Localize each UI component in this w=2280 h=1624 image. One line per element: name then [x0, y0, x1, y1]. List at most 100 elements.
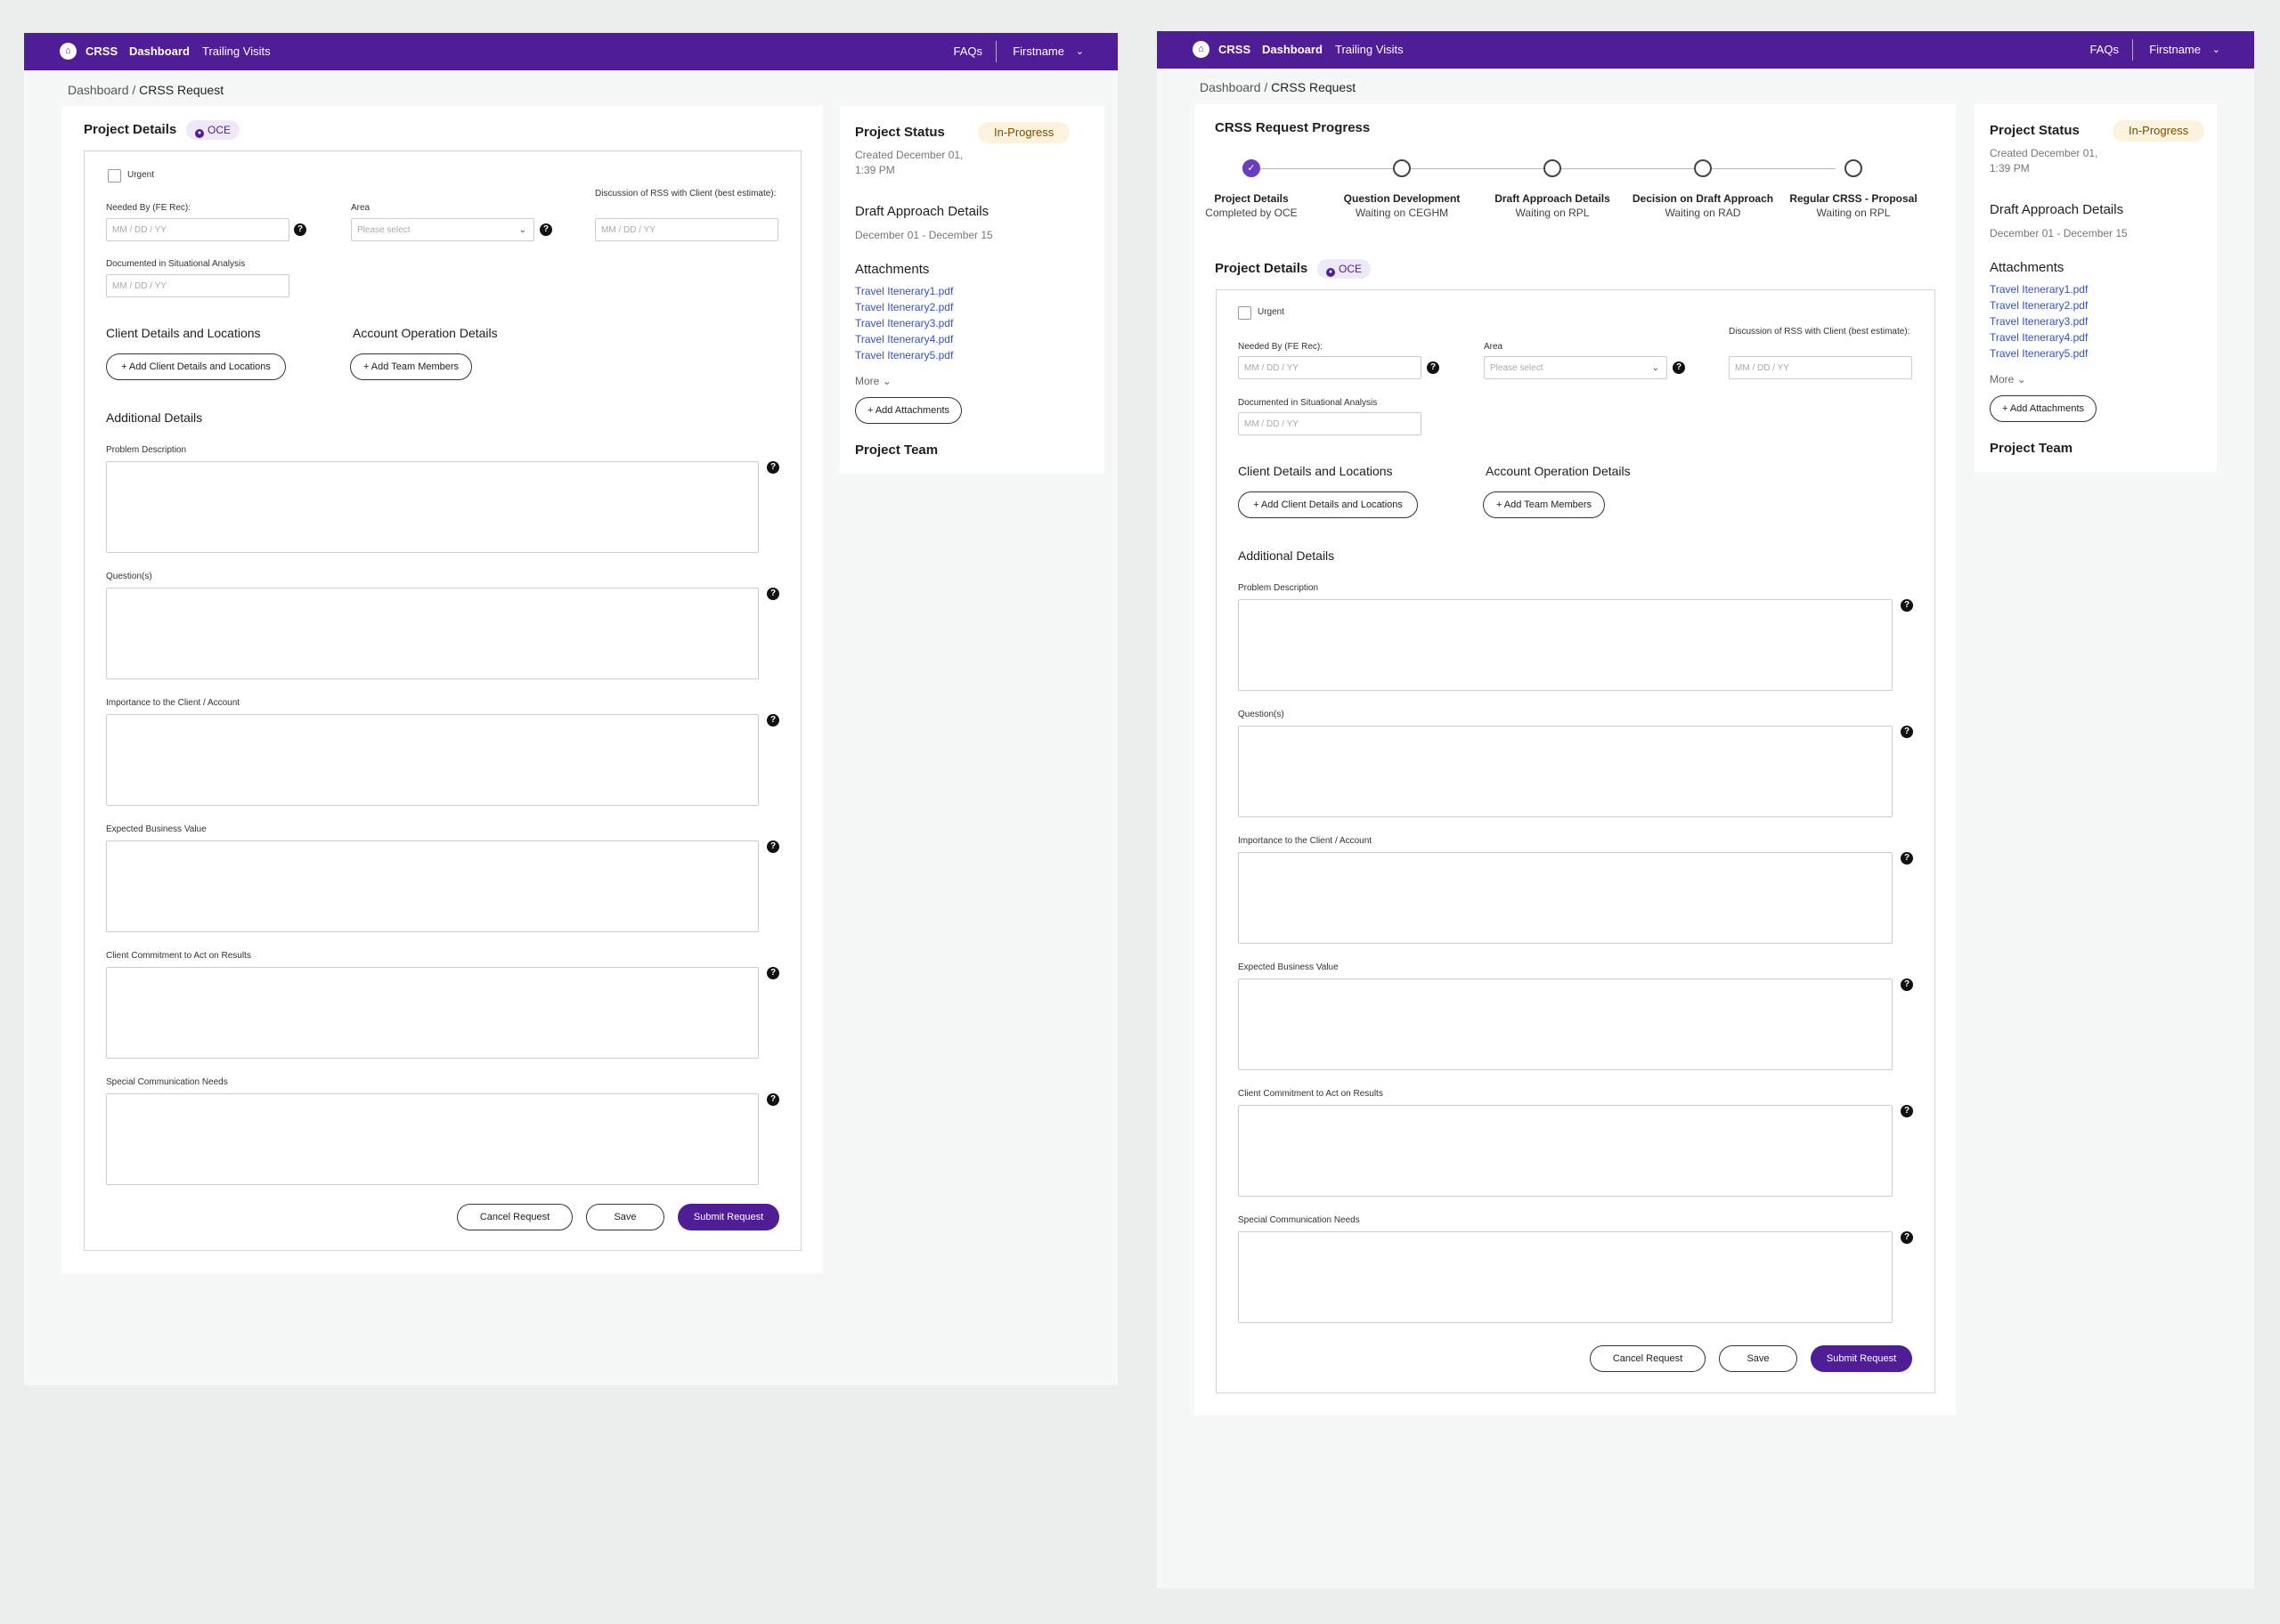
business-value-label: Expected Business Value — [1238, 962, 1339, 972]
questions-textarea[interactable] — [106, 588, 759, 679]
submit-request-button[interactable]: Submit Request — [1811, 1345, 1912, 1372]
nav-trailing-visits-link[interactable]: Trailing Visits — [1335, 31, 1404, 69]
save-button[interactable]: Save — [1719, 1345, 1797, 1372]
attachment-link[interactable]: Travel Itenerary2.pdf — [855, 301, 953, 313]
home-logo-icon[interactable]: ⌂ — [1193, 41, 1209, 58]
documented-date-input[interactable]: MM / DD / YY — [1238, 412, 1421, 435]
nav-faqs-link[interactable]: FAQs — [2089, 31, 2119, 69]
problem-description-textarea[interactable] — [1238, 599, 1893, 691]
client-details-title: Client Details and Locations — [1238, 464, 1393, 478]
help-icon[interactable]: ? — [1901, 852, 1913, 865]
discussion-date-input[interactable]: MM / DD / YY — [595, 218, 778, 241]
submit-request-button[interactable]: Submit Request — [678, 1204, 779, 1230]
attachment-link[interactable]: Travel Itenerary1.pdf — [1990, 283, 2088, 296]
help-icon[interactable]: ? — [1901, 1231, 1913, 1244]
help-icon[interactable]: ? — [767, 967, 779, 979]
help-icon[interactable]: ? — [1901, 1105, 1913, 1117]
discussion-label: Discussion of RSS with Client (best esti… — [595, 189, 777, 199]
communication-needs-label: Special Communication Needs — [106, 1077, 228, 1087]
attachment-link[interactable]: Travel Itenerary4.pdf — [855, 333, 953, 345]
business-value-textarea[interactable] — [1238, 978, 1893, 1070]
attachment-link[interactable]: Travel Itenerary5.pdf — [1990, 347, 2088, 360]
documented-date-input[interactable]: MM / DD / YY — [106, 274, 289, 297]
user-menu[interactable]: Firstname — [1013, 33, 1064, 70]
help-icon[interactable]: ? — [1901, 599, 1913, 612]
area-select[interactable]: Please select ⌄ — [1484, 356, 1667, 379]
step-circle[interactable] — [1844, 159, 1862, 177]
created-date: Created December 01, 1:39 PM — [855, 149, 964, 176]
importance-textarea[interactable] — [1238, 852, 1893, 944]
top-navigation-bar: ⌂ CRSS Dashboard Trailing Visits FAQs Fi… — [1157, 31, 2254, 69]
oce-badge: ● OCE — [1317, 259, 1372, 279]
client-commitment-textarea[interactable] — [106, 967, 759, 1059]
help-icon[interactable]: ? — [767, 1093, 779, 1106]
attachment-link[interactable]: Travel Itenerary3.pdf — [855, 317, 953, 329]
nav-faqs-link[interactable]: FAQs — [953, 33, 982, 70]
breadcrumb-dashboard-link[interactable]: Dashboard — [1200, 80, 1261, 94]
discussion-date-input[interactable]: MM / DD / YY — [1729, 356, 1912, 379]
help-icon[interactable]: ? — [1427, 361, 1439, 374]
needed-by-label: Needed By (FE Rec): — [1238, 342, 1323, 352]
chevron-down-icon[interactable]: ⌄ — [2212, 31, 2220, 69]
help-icon[interactable]: ? — [1673, 361, 1685, 374]
nav-trailing-visits-link[interactable]: Trailing Visits — [202, 33, 271, 70]
nav-dashboard-link[interactable]: Dashboard — [1262, 31, 1323, 69]
step-circle[interactable] — [1543, 159, 1561, 177]
add-team-members-button[interactable]: + Add Team Members — [350, 353, 472, 380]
importance-textarea[interactable] — [106, 714, 759, 806]
step-circle[interactable] — [1694, 159, 1712, 177]
help-icon[interactable]: ? — [767, 840, 779, 853]
help-icon[interactable]: ? — [540, 223, 552, 236]
help-icon[interactable]: ? — [767, 714, 779, 727]
step-status: Waiting on RPL — [1515, 207, 1590, 219]
business-value-textarea[interactable] — [106, 840, 759, 932]
problem-description-textarea[interactable] — [106, 461, 759, 553]
needed-by-date-input[interactable]: MM / DD / YY — [1238, 356, 1421, 379]
chevron-down-icon[interactable]: ⌄ — [1076, 33, 1084, 70]
questions-textarea[interactable] — [1238, 726, 1893, 817]
chevron-down-icon: ⌄ — [518, 225, 526, 235]
more-attachments-toggle[interactable]: More ⌄ — [855, 375, 892, 387]
add-team-members-button[interactable]: + Add Team Members — [1483, 491, 1605, 518]
help-icon[interactable]: ? — [1901, 726, 1913, 738]
user-icon: ● — [1326, 268, 1335, 277]
user-menu[interactable]: Firstname — [2149, 31, 2201, 69]
breadcrumb: Dashboard / CRSS Request — [68, 83, 224, 97]
breadcrumb-dashboard-link[interactable]: Dashboard — [68, 83, 129, 97]
add-attachments-button[interactable]: + Add Attachments — [1990, 395, 2097, 422]
area-select[interactable]: Please select ⌄ — [351, 218, 534, 241]
help-icon[interactable]: ? — [767, 588, 779, 600]
step-circle[interactable] — [1393, 159, 1411, 177]
help-icon[interactable]: ? — [1901, 978, 1913, 991]
attachment-link[interactable]: Travel Itenerary5.pdf — [855, 349, 953, 361]
nav-dashboard-link[interactable]: Dashboard — [129, 33, 190, 70]
communication-needs-textarea[interactable] — [1238, 1231, 1893, 1323]
nav-divider — [996, 41, 997, 62]
attachment-link[interactable]: Travel Itenerary4.pdf — [1990, 331, 2088, 344]
project-team-title: Project Team — [1990, 441, 2073, 456]
urgent-checkbox[interactable] — [108, 169, 121, 183]
additional-details-title: Additional Details — [1238, 548, 1335, 563]
needed-by-label: Needed By (FE Rec): — [106, 203, 191, 213]
discussion-label: Discussion of RSS with Client (best esti… — [1729, 327, 1910, 337]
add-client-details-button[interactable]: + Add Client Details and Locations — [106, 353, 286, 380]
add-client-details-button[interactable]: + Add Client Details and Locations — [1238, 491, 1418, 518]
attachment-link[interactable]: Travel Itenerary2.pdf — [1990, 299, 2088, 312]
attachment-link[interactable]: Travel Itenerary1.pdf — [855, 285, 953, 297]
communication-needs-textarea[interactable] — [106, 1093, 759, 1185]
save-button[interactable]: Save — [586, 1204, 664, 1230]
more-attachments-toggle[interactable]: More ⌄ — [1990, 373, 2026, 386]
client-commitment-textarea[interactable] — [1238, 1105, 1893, 1197]
home-logo-icon[interactable]: ⌂ — [60, 43, 77, 60]
urgent-checkbox[interactable] — [1238, 306, 1251, 320]
attachment-link[interactable]: Travel Itenerary3.pdf — [1990, 315, 2088, 328]
help-icon[interactable]: ? — [294, 223, 306, 236]
project-status-title: Project Status — [1990, 123, 2080, 138]
cancel-request-button[interactable]: Cancel Request — [457, 1204, 573, 1230]
cancel-request-button[interactable]: Cancel Request — [1590, 1345, 1706, 1372]
step-label: Decision on Draft Approach — [1632, 192, 1774, 205]
check-icon[interactable]: ✓ — [1242, 159, 1260, 177]
add-attachments-button[interactable]: + Add Attachments — [855, 397, 962, 424]
help-icon[interactable]: ? — [767, 461, 779, 474]
needed-by-date-input[interactable]: MM / DD / YY — [106, 218, 289, 241]
